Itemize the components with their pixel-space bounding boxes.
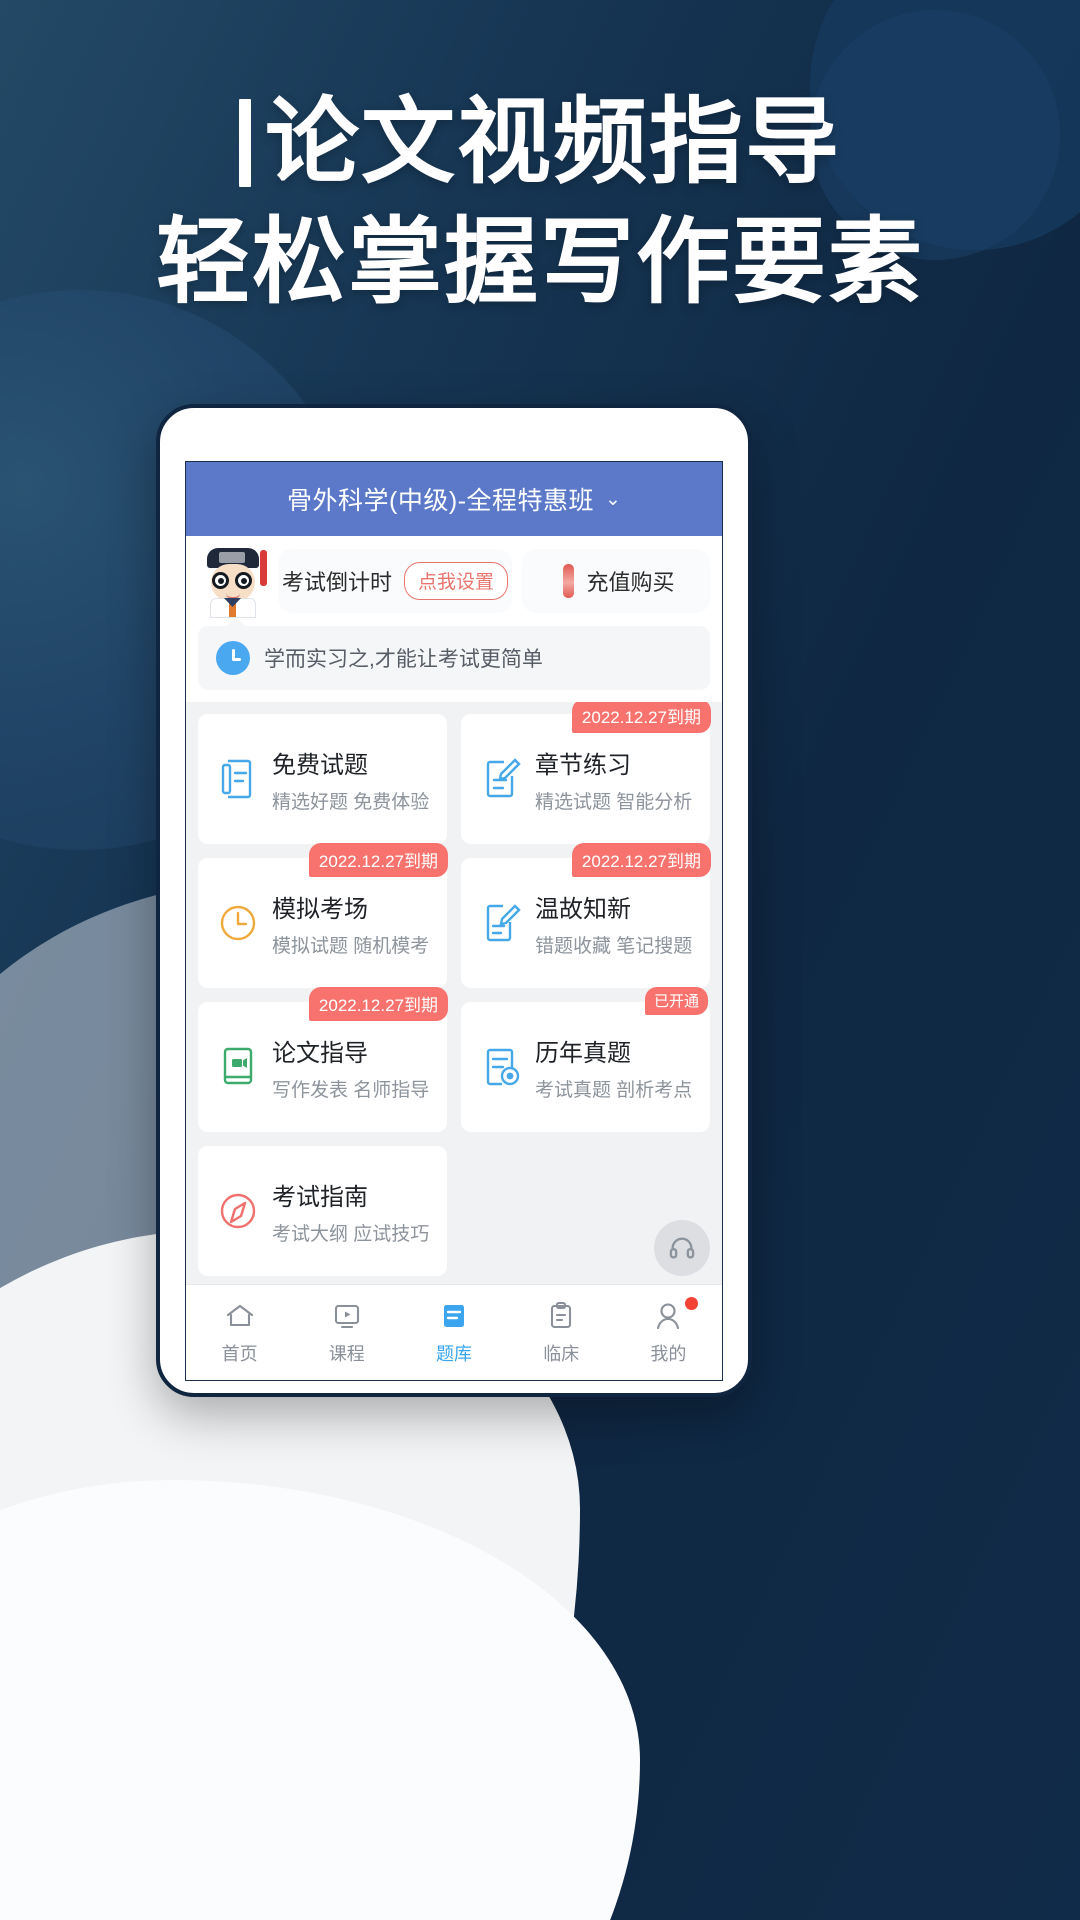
play-course-icon <box>334 1304 359 1329</box>
app-header[interactable]: 骨外科学(中级)-全程特惠班 ⌄ <box>186 462 722 536</box>
headset-icon[interactable] <box>654 1220 710 1276</box>
card-subtitle: 模拟试题 随机模考 <box>272 935 430 957</box>
card-title: 论文指导 <box>272 1039 368 1067</box>
card-thesis-guidance[interactable]: 2022.12.27到期 论文指导 写作发表 名师指导 <box>198 987 448 1132</box>
person-icon <box>657 1303 680 1330</box>
graduate-avatar-icon <box>198 546 268 618</box>
expiry-badge: 2022.12.27到期 <box>571 702 711 733</box>
card-subtitle: 考试真题 剖析考点 <box>535 1079 693 1101</box>
card-subtitle: 精选试题 智能分析 <box>535 791 693 813</box>
card-subtitle: 错题收藏 笔记搜题 <box>535 935 693 957</box>
clock-icon <box>216 641 250 675</box>
review-pencil-icon <box>479 900 523 946</box>
card-subtitle: 精选好题 免费体验 <box>272 791 430 813</box>
expiry-badge: 2022.12.27到期 <box>308 987 448 1021</box>
app-screen: 骨外科学(中级)-全程特惠班 ⌄ 考试倒计时 点我设置 充值购买 学而实习之,才… <box>185 461 723 1381</box>
tab-label: 我的 <box>650 1344 687 1364</box>
card-text-block: 论文指导 写作发表 名师指导 <box>272 1033 429 1102</box>
tab-profile[interactable]: 我的 <box>615 1297 722 1366</box>
exam-countdown-button[interactable]: 考试倒计时 点我设置 <box>278 549 512 613</box>
card-title: 模拟考场 <box>272 895 368 923</box>
compass-icon <box>216 1188 260 1234</box>
clock-exam-icon <box>216 900 260 946</box>
card-title: 温故知新 <box>535 895 631 923</box>
tab-label: 临床 <box>543 1344 580 1364</box>
recharge-purchase-label: 充值购买 <box>586 570 675 595</box>
headline-accent-bar <box>238 99 251 187</box>
card-title: 考试指南 <box>272 1183 368 1211</box>
headline-line1: 论文视频指导 <box>264 88 841 197</box>
notification-dot <box>685 1297 699 1310</box>
card-mock-exam[interactable]: 2022.12.27到期 模拟考场 模拟试题 随机模考 <box>198 843 448 988</box>
tab-label: 首页 <box>221 1344 258 1364</box>
card-text-block: 免费试题 精选好题 免费体验 <box>272 745 429 814</box>
card-title: 历年真题 <box>535 1039 631 1067</box>
tab-label: 题库 <box>436 1344 472 1364</box>
feature-grid-wrapper: 免费试题 精选好题 免费体验 2022.12.27到期 章节练习 精选试题 智能… <box>186 702 722 1284</box>
phone-mockup: 骨外科学(中级)-全程特惠班 ⌄ 考试倒计时 点我设置 充值购买 学而实习之,才… <box>156 404 752 1397</box>
poster-headline: 论文视频指导 轻松掌握写作要素 <box>0 96 1080 310</box>
card-review-notes[interactable]: 2022.12.27到期 温故知新 错题收藏 笔记搜题 <box>461 843 711 988</box>
edit-note-icon <box>479 756 523 802</box>
document-list-icon <box>216 756 260 802</box>
thermometer-icon <box>563 564 575 598</box>
card-past-papers[interactable]: 已开通 历年真题 考试真题 剖析考点 <box>461 987 710 1132</box>
tab-clinical[interactable]: 临床 <box>508 1299 615 1366</box>
clipboard-icon <box>551 1301 572 1329</box>
notice-text: 学而实习之,才能让考试更简单 <box>264 648 543 671</box>
card-text-block: 模拟考场 模拟试题 随机模考 <box>272 889 429 958</box>
recharge-purchase-button[interactable]: 充值购买 <box>522 549 710 613</box>
card-free-questions[interactable]: 免费试题 精选好题 免费体验 <box>198 714 447 844</box>
headline-line1-row: 论文视频指导 <box>0 96 1080 190</box>
tab-question-bank[interactable]: 题库 <box>400 1299 507 1366</box>
card-text-block: 历年真题 考试真题 剖析考点 <box>535 1033 692 1102</box>
chevron-down-icon[interactable]: ⌄ <box>605 488 621 511</box>
set-countdown-button[interactable]: 点我设置 <box>404 562 509 600</box>
tab-home[interactable]: 首页 <box>186 1299 293 1366</box>
card-chapter-practice[interactable]: 2022.12.27到期 章节练习 精选试题 智能分析 <box>461 702 711 844</box>
card-exam-guide[interactable]: 考试指南 考试大纲 应试技巧 <box>198 1146 447 1276</box>
headline-line2: 轻松掌握写作要素 <box>155 208 924 317</box>
card-text-block: 温故知新 错题收藏 笔记搜题 <box>535 889 692 958</box>
card-subtitle: 写作发表 名师指导 <box>272 1079 430 1101</box>
card-text-block: 考试指南 考试大纲 应试技巧 <box>272 1177 429 1246</box>
home-icon <box>226 1304 253 1327</box>
feature-grid: 免费试题 精选好题 免费体验 2022.12.27到期 章节练习 精选试题 智能… <box>198 702 711 1276</box>
tab-courses[interactable]: 课程 <box>293 1299 400 1366</box>
card-title: 免费试题 <box>272 751 368 779</box>
tab-label: 课程 <box>328 1344 365 1364</box>
status-badge: 已开通 <box>644 987 708 1015</box>
video-book-icon <box>216 1044 260 1090</box>
countdown-label: 考试倒计时 <box>281 570 392 595</box>
expiry-badge: 2022.12.27到期 <box>308 843 448 877</box>
card-title: 章节练习 <box>535 751 631 779</box>
expiry-badge: 2022.12.27到期 <box>571 843 711 877</box>
countdown-row: 考试倒计时 点我设置 充值购买 <box>186 536 722 624</box>
card-subtitle: 考试大纲 应试技巧 <box>272 1223 430 1245</box>
course-title: 骨外科学(中级)-全程特惠班 <box>287 487 595 515</box>
card-text-block: 章节练习 精选试题 智能分析 <box>535 745 692 814</box>
notice-bar-wrapper: 学而实习之,才能让考试更简单 <box>186 617 722 702</box>
bottom-tab-bar: 首页 课程 题库 临床 我的 <box>186 1284 722 1380</box>
question-bank-icon <box>444 1305 464 1327</box>
notice-bar[interactable]: 学而实习之,才能让考试更简单 <box>198 617 710 690</box>
past-paper-icon <box>479 1044 523 1090</box>
